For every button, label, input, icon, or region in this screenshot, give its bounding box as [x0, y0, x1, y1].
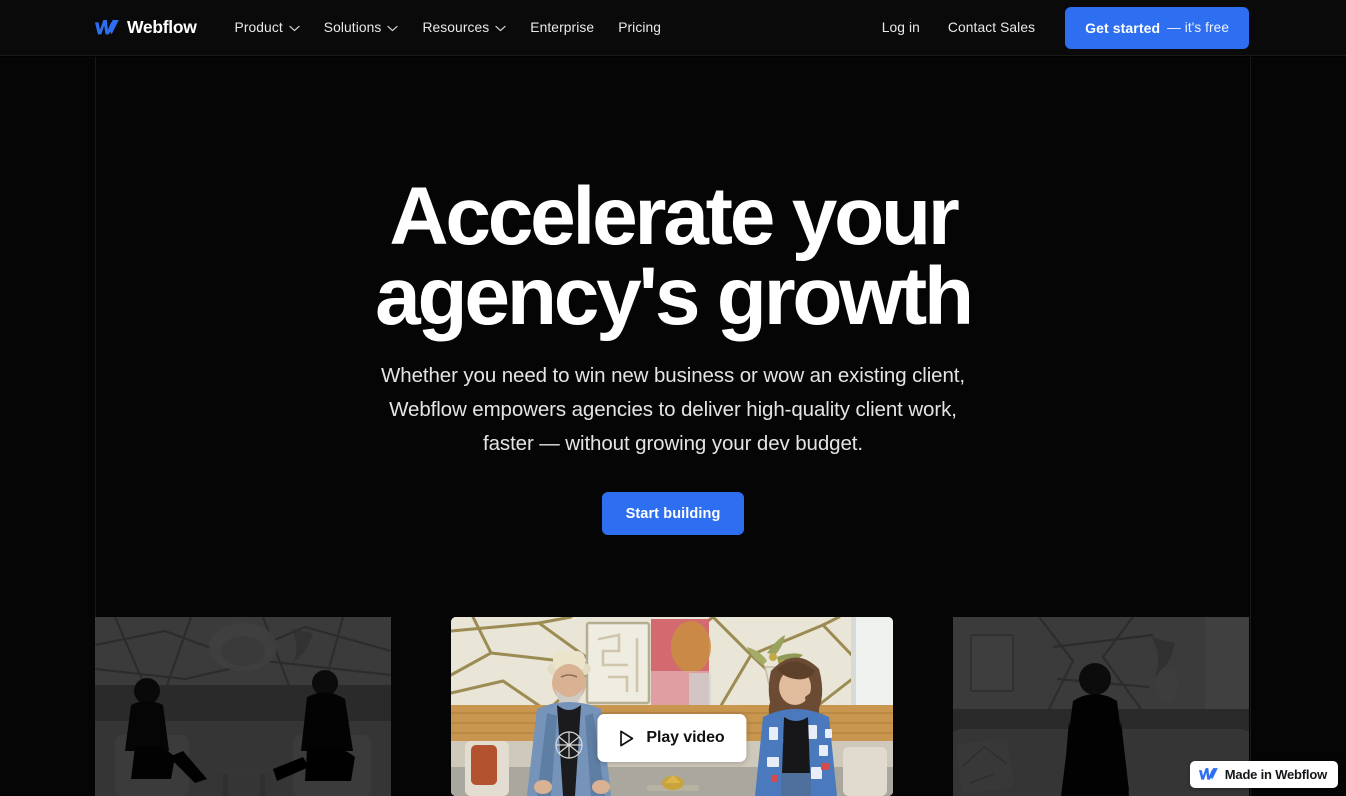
nav-left-group: Webflow Product Solutions Resources Ente…	[95, 12, 673, 43]
primary-nav-links: Product Solutions Resources Enterprise P…	[223, 12, 674, 43]
webflow-logo-link[interactable]: Webflow	[95, 16, 197, 37]
hero-cta-wrapper: Start building	[0, 492, 1346, 535]
made-in-webflow-badge[interactable]: Made in Webflow	[1189, 761, 1338, 788]
webflow-logo-icon	[95, 19, 119, 36]
top-navigation-bar: Webflow Product Solutions Resources Ente…	[0, 0, 1346, 56]
hero-subheadline: Whether you need to win new business or …	[381, 364, 965, 455]
webflow-logo-icon	[1198, 768, 1218, 781]
chevron-down-icon	[495, 25, 506, 32]
made-in-webflow-label: Made in Webflow	[1224, 767, 1327, 782]
hero-content: Accelerate your agency's growth Whether …	[0, 57, 1346, 796]
nav-item-solutions-label: Solutions	[323, 20, 382, 35]
nav-item-pricing-label: Pricing	[618, 20, 662, 35]
webflow-agencies-landing-page: Webflow Product Solutions Resources Ente…	[0, 0, 1346, 796]
chevron-down-icon	[289, 25, 300, 32]
nav-item-product[interactable]: Product	[223, 12, 312, 43]
nav-right-group: Log in Contact Sales Get started — it's …	[868, 6, 1249, 49]
brand-name: Webflow	[127, 16, 197, 37]
nav-item-enterprise[interactable]: Enterprise	[518, 12, 606, 43]
page-title: Accelerate your agency's growth	[375, 171, 974, 342]
nav-item-pricing[interactable]: Pricing	[606, 12, 673, 43]
hero-section: Accelerate your agency's growth Whether …	[0, 57, 1346, 796]
get-started-label: Get started	[1085, 19, 1161, 36]
nav-item-resources-label: Resources	[422, 20, 490, 35]
nav-item-resources[interactable]: Resources	[410, 12, 518, 43]
chevron-down-icon	[387, 25, 399, 32]
nav-item-solutions[interactable]: Solutions	[312, 12, 411, 43]
start-building-button[interactable]: Start building	[601, 492, 745, 535]
get-started-button[interactable]: Get started — it's free	[1065, 6, 1249, 49]
log-in-link[interactable]: Log in	[868, 12, 934, 43]
get-started-sublabel: — it's free	[1167, 20, 1229, 35]
nav-item-product-label: Product	[234, 20, 283, 35]
contact-sales-label: Contact Sales	[947, 20, 1036, 35]
contact-sales-link[interactable]: Contact Sales	[934, 12, 1049, 43]
nav-item-enterprise-label: Enterprise	[530, 20, 595, 35]
log-in-label: Log in	[881, 20, 920, 35]
